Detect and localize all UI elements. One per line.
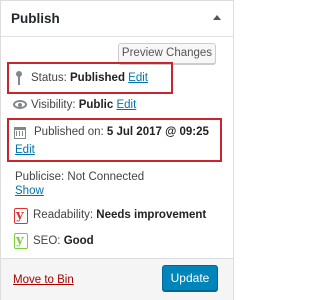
publicise-show-row: Show <box>15 185 44 197</box>
published-label: Published on: <box>34 126 104 138</box>
status-value: Published <box>70 72 125 84</box>
visibility-edit-link[interactable]: Edit <box>116 99 136 111</box>
yoast-seo-icon: y <box>14 233 28 249</box>
yoast-readability-icon: y <box>14 208 28 224</box>
panel-header[interactable]: Publish <box>1 1 233 37</box>
published-highlight-box <box>7 118 222 162</box>
visibility-row: Visibility: Public Edit <box>31 99 136 111</box>
seo-row: SEO: Good <box>33 235 94 247</box>
triangle-up-icon[interactable] <box>213 15 221 20</box>
move-to-bin-link[interactable]: Move to Bin <box>13 274 74 286</box>
published-edit-row: Edit <box>15 144 35 156</box>
pin-icon <box>15 71 23 85</box>
published-row: Published on: 5 Jul 2017 @ 09:25 <box>34 126 209 138</box>
visibility-label: Visibility: <box>31 99 76 111</box>
status-edit-link[interactable]: Edit <box>128 72 148 84</box>
update-button[interactable]: Update <box>162 265 218 291</box>
status-row: Status: Published Edit <box>31 72 148 84</box>
preview-changes-button[interactable]: Preview Changes <box>118 43 216 64</box>
readability-label: Readability: <box>33 209 94 221</box>
published-value: 5 Jul 2017 @ 09:25 <box>106 126 209 138</box>
panel-title: Publish <box>11 11 60 26</box>
seo-label: SEO: <box>33 235 61 247</box>
publicise-show-link[interactable]: Show <box>15 185 44 197</box>
eye-icon <box>13 100 27 109</box>
publicise-status: Publicise: Not Connected <box>15 171 145 183</box>
visibility-value: Public <box>78 99 114 111</box>
published-edit-link[interactable]: Edit <box>15 144 35 156</box>
readability-value: Needs improvement <box>96 209 207 221</box>
status-label: Status: <box>31 72 67 84</box>
publish-panel: Publish Preview Changes Status: Publishe… <box>0 0 234 300</box>
readability-row: Readability: Needs improvement <box>33 209 206 221</box>
calendar-icon <box>14 127 26 139</box>
publish-actions-footer: Move to Bin Update <box>1 258 233 300</box>
seo-value: Good <box>63 235 94 247</box>
